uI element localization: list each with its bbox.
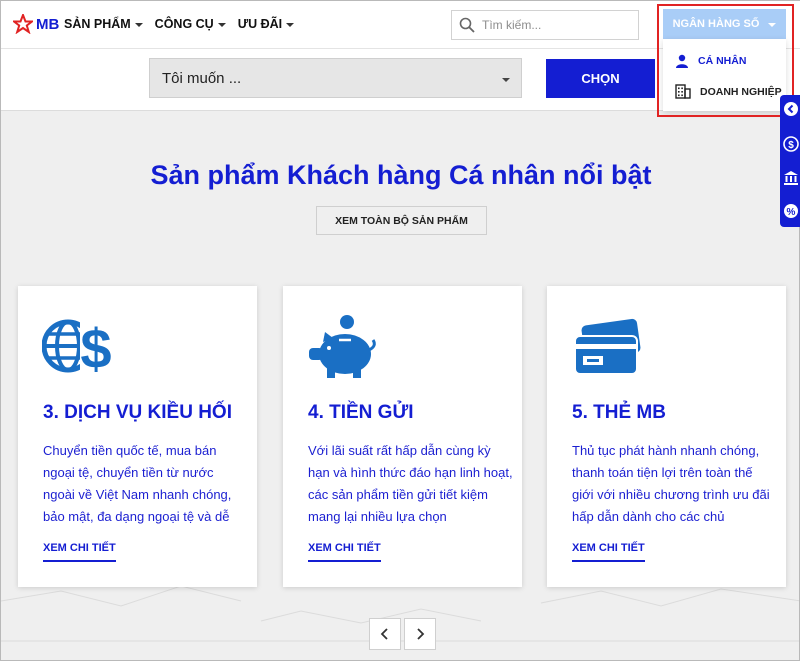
chevron-left-icon bbox=[380, 628, 388, 640]
card-description: Với lãi suất rất hấp dẫn cùng kỳ hạn và … bbox=[308, 443, 513, 524]
back-icon[interactable] bbox=[783, 101, 799, 117]
logo-text: MB bbox=[36, 15, 60, 33]
card-description: Chuyển tiền quốc tế, mua bán ngoại tệ, c… bbox=[43, 443, 232, 524]
search-icon bbox=[459, 17, 475, 33]
view-all-products-button[interactable]: XEM TOÀN BỘ SẢN PHẨM bbox=[316, 206, 487, 235]
product-card[interactable]: 5. THẺ MB Thủ tục phát hành nhanh chóng,… bbox=[547, 286, 786, 587]
card-title: 5. THẺ MB bbox=[572, 402, 666, 423]
menu-item-products[interactable]: SẢN PHẨM bbox=[64, 17, 143, 31]
chevron-down-icon bbox=[286, 22, 295, 27]
menu-item-tools[interactable]: CÔNG CỤ bbox=[155, 17, 226, 31]
star-logo-icon bbox=[13, 14, 33, 34]
card-details-link[interactable]: XEM CHI TIẾT bbox=[43, 542, 116, 562]
intent-select[interactable]: Tôi muốn ... bbox=[149, 58, 522, 98]
globe-dollar-icon: $ bbox=[42, 317, 112, 380]
product-card[interactable]: $ 3. DỊCH VỤ KIỀU HỐI Chuyển tiền quốc t… bbox=[18, 286, 257, 587]
credit-card-icon bbox=[574, 318, 641, 375]
chevron-down-icon bbox=[502, 78, 510, 82]
menu-item-label: ƯU ĐÃI bbox=[237, 17, 283, 31]
svg-text:%: % bbox=[787, 207, 796, 218]
menu-item-offers[interactable]: ƯU ĐÃI bbox=[237, 17, 295, 31]
chevron-down-icon bbox=[217, 22, 226, 27]
search-placeholder: Tìm kiếm... bbox=[482, 18, 542, 32]
card-description: Thủ tục phát hành nhanh chóng, thanh toá… bbox=[572, 443, 770, 524]
dollar-icon[interactable]: $ bbox=[783, 136, 799, 152]
main-menu: SẢN PHẨM CÔNG CỤ ƯU ĐÃI bbox=[64, 17, 306, 31]
svg-text:$: $ bbox=[80, 317, 111, 380]
menu-item-label: CÔNG CỤ bbox=[154, 17, 214, 31]
section-title: Sản phẩm Khách hàng Cá nhân nổi bật bbox=[150, 160, 652, 190]
choose-button[interactable]: CHỌN bbox=[546, 59, 655, 98]
highlight-box bbox=[657, 4, 794, 117]
card-title: 4. TIỀN GỬI bbox=[308, 402, 414, 423]
intent-select-value: Tôi muốn ... bbox=[162, 69, 242, 87]
mb-logo[interactable]: MB bbox=[13, 14, 59, 34]
carousel-prev-button[interactable] bbox=[369, 618, 401, 650]
card-details-link[interactable]: XEM CHI TIẾT bbox=[308, 542, 381, 562]
chevron-right-icon bbox=[417, 628, 425, 640]
percent-icon[interactable]: % bbox=[783, 203, 799, 219]
piggy-bank-icon bbox=[309, 315, 376, 378]
svg-text:$: $ bbox=[788, 140, 794, 151]
product-card[interactable]: 4. TIỀN GỬI Với lãi suất rất hấp dẫn cùn… bbox=[283, 286, 522, 587]
card-title: 3. DỊCH VỤ KIỀU HỐI bbox=[43, 402, 232, 423]
carousel-next-button[interactable] bbox=[404, 618, 436, 650]
chevron-down-icon bbox=[134, 22, 143, 27]
menu-item-label: SẢN PHẨM bbox=[64, 17, 131, 31]
card-details-link[interactable]: XEM CHI TIẾT bbox=[572, 542, 645, 562]
search-input[interactable]: Tìm kiếm... bbox=[451, 10, 639, 40]
